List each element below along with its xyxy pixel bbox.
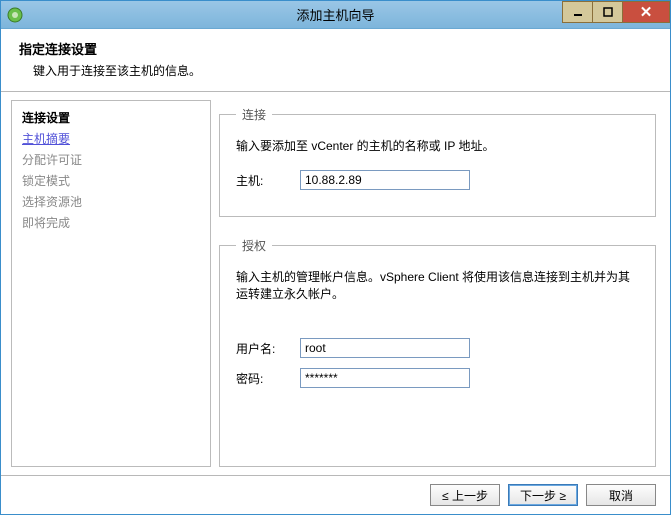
host-row: 主机: (236, 170, 639, 190)
back-button[interactable]: ≤ 上一步 (430, 484, 500, 506)
host-label: 主机: (236, 172, 300, 189)
connection-group: 连接 输入要添加至 vCenter 的主机的名称或 IP 地址。 主机: (219, 106, 656, 217)
wizard-header: 指定连接设置 键入用于连接至该主机的信息。 (1, 29, 670, 92)
maximize-button[interactable] (592, 1, 622, 23)
step-ready-complete: 即将完成 (22, 214, 200, 231)
window-controls: ✕ (562, 1, 670, 23)
close-button[interactable]: ✕ (622, 1, 670, 23)
wizard-body: 连接设置 主机摘要 分配许可证 锁定模式 选择资源池 即将完成 连接 输入要添加… (1, 92, 670, 475)
auth-legend: 授权 (236, 237, 272, 254)
username-label: 用户名: (236, 340, 300, 357)
wizard-footer: ≤ 上一步 下一步 ≥ 取消 (1, 475, 670, 514)
step-host-summary[interactable]: 主机摘要 (22, 130, 200, 147)
auth-group: 授权 输入主机的管理帐户信息。vSphere Client 将使用该信息连接到主… (219, 237, 656, 467)
cancel-button[interactable]: 取消 (586, 484, 656, 506)
password-label: 密码: (236, 370, 300, 387)
header-description: 键入用于连接至该主机的信息。 (33, 62, 652, 79)
connection-legend: 连接 (236, 106, 272, 123)
wizard-main: 连接 输入要添加至 vCenter 的主机的名称或 IP 地址。 主机: 授权 … (219, 100, 660, 467)
password-row: 密码: (236, 368, 639, 388)
next-button[interactable]: 下一步 ≥ (508, 484, 578, 506)
auth-description: 输入主机的管理帐户信息。vSphere Client 将使用该信息连接到主机并为… (236, 268, 639, 302)
step-lockdown-mode: 锁定模式 (22, 172, 200, 189)
wizard-steps-sidebar: 连接设置 主机摘要 分配许可证 锁定模式 选择资源池 即将完成 (11, 100, 211, 467)
step-connection-settings[interactable]: 连接设置 (22, 109, 200, 126)
titlebar: 添加主机向导 ✕ (1, 1, 670, 29)
username-row: 用户名: (236, 338, 639, 358)
window-title: 添加主机向导 (296, 5, 374, 24)
step-resource-pool: 选择资源池 (22, 193, 200, 210)
app-icon (7, 7, 23, 23)
connection-description: 输入要添加至 vCenter 的主机的名称或 IP 地址。 (236, 137, 639, 154)
password-input[interactable] (300, 368, 470, 388)
minimize-button[interactable] (562, 1, 592, 23)
header-title: 指定连接设置 (19, 39, 652, 58)
username-input[interactable] (300, 338, 470, 358)
wizard-window: 添加主机向导 ✕ 指定连接设置 键入用于连接至该主机的信息。 连接设置 主机摘要… (0, 0, 671, 515)
step-assign-license: 分配许可证 (22, 151, 200, 168)
host-input[interactable] (300, 170, 470, 190)
